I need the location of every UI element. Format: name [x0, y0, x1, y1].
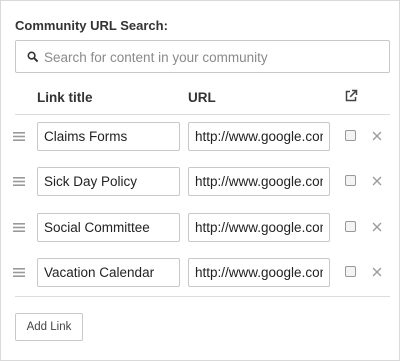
add-link-button[interactable]: Add Link	[15, 313, 83, 341]
link-url-input[interactable]	[188, 167, 330, 196]
open-new-window-checkbox[interactable]	[345, 130, 356, 141]
remove-link-icon[interactable]	[372, 176, 382, 186]
link-row	[1, 258, 400, 288]
search-input[interactable]	[44, 47, 379, 67]
header-divider	[15, 114, 390, 115]
list-divider	[15, 296, 390, 297]
link-url-input[interactable]	[188, 122, 330, 151]
drag-handle-icon[interactable]	[13, 132, 25, 141]
link-title-input[interactable]	[37, 122, 180, 151]
link-row	[1, 213, 400, 243]
open-new-window-checkbox[interactable]	[345, 175, 356, 186]
link-title-input[interactable]	[37, 167, 180, 196]
open-new-window-checkbox[interactable]	[345, 266, 356, 277]
link-url-input[interactable]	[188, 213, 330, 242]
column-header-url: URL	[188, 90, 216, 105]
open-new-window-checkbox[interactable]	[345, 221, 356, 232]
link-title-input[interactable]	[37, 213, 180, 242]
link-row	[1, 122, 400, 152]
external-link-icon	[345, 89, 358, 102]
link-url-input[interactable]	[188, 258, 330, 287]
search-box[interactable]	[15, 40, 390, 73]
column-header-link-title: Link title	[37, 90, 93, 105]
remove-link-icon[interactable]	[372, 222, 382, 232]
link-title-input[interactable]	[37, 258, 180, 287]
drag-handle-icon[interactable]	[13, 223, 25, 232]
drag-handle-icon[interactable]	[13, 177, 25, 186]
remove-link-icon[interactable]	[372, 267, 382, 277]
drag-handle-icon[interactable]	[13, 268, 25, 277]
url-search-panel: Community URL Search: Link title URL Add…	[0, 0, 400, 361]
remove-link-icon[interactable]	[372, 131, 382, 141]
link-row	[1, 167, 400, 197]
panel-title: Community URL Search:	[15, 18, 168, 33]
search-icon	[27, 51, 39, 63]
